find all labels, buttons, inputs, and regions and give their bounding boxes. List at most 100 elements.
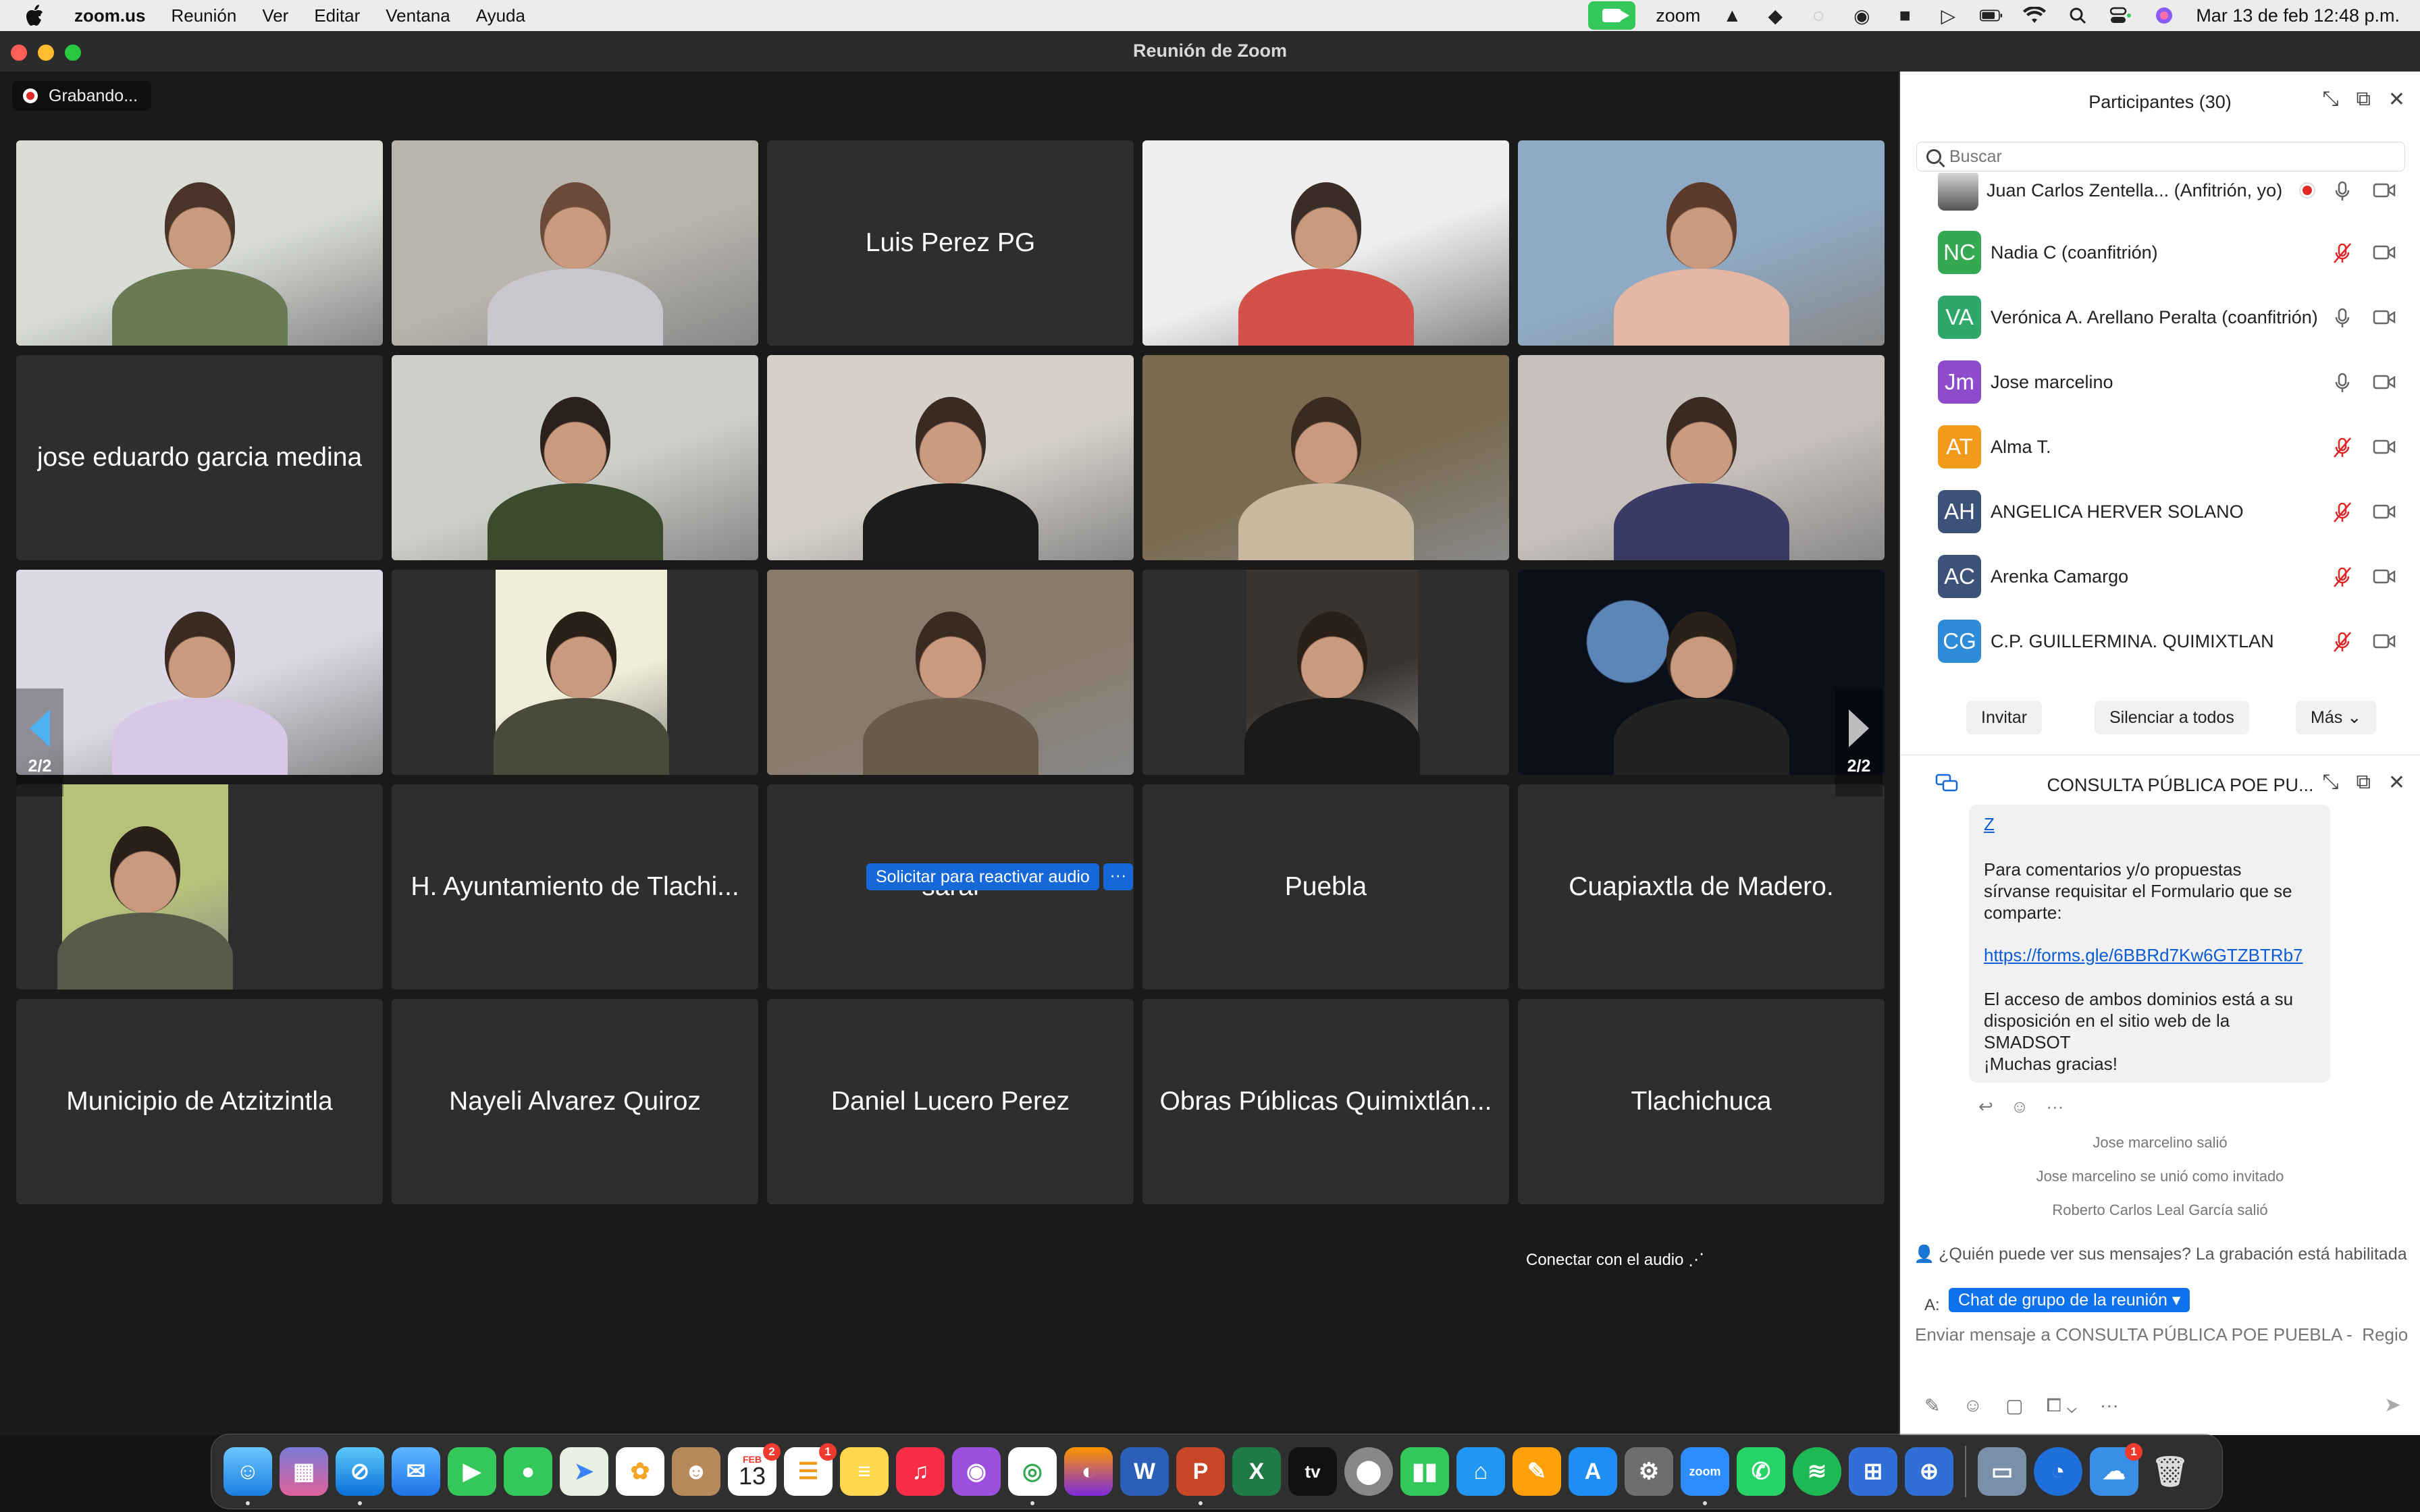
- emoji-reaction-icon[interactable]: ☺: [2011, 1096, 2029, 1117]
- add-user-icon[interactable]: ⊕: [1905, 1447, 1953, 1496]
- mic-icon[interactable]: [2332, 372, 2350, 392]
- camera-icon[interactable]: [2373, 309, 2396, 325]
- visibility-notice[interactable]: 👤 ¿Quién puede ver sus mensajes? La graba…: [1900, 1245, 2420, 1264]
- participant-video-tile[interactable]: [392, 140, 758, 346]
- previous-link-tail[interactable]: Z: [1984, 814, 1995, 835]
- music-icon[interactable]: ♫: [896, 1447, 945, 1496]
- participant-video-tile[interactable]: [1142, 570, 1509, 775]
- whatsapp-icon[interactable]: ✆: [1737, 1447, 1785, 1496]
- participant-video-tile[interactable]: [392, 355, 758, 560]
- mic-muted-icon[interactable]: [2332, 566, 2351, 587]
- photos-icon[interactable]: ✿: [616, 1447, 664, 1496]
- participant-name-tile[interactable]: Luis Perez PG: [767, 140, 1134, 346]
- participant-name-tile[interactable]: jose eduardo garcia medina: [16, 355, 383, 560]
- participant-row[interactable]: CG C.P. GUILLERMINA. QUIMIXTLAN: [1900, 609, 2420, 672]
- menu-app-name[interactable]: zoom.us: [74, 5, 145, 26]
- battery-icon[interactable]: [1980, 5, 2003, 26]
- messages-icon[interactable]: ●: [504, 1447, 552, 1496]
- final-cut-icon[interactable]: ⬤: [1344, 1447, 1393, 1496]
- recent-app-icon[interactable]: ◔: [2034, 1447, 2082, 1496]
- numbers-icon[interactable]: ▮▮: [1400, 1447, 1449, 1496]
- trash-icon[interactable]: 🗑: [2146, 1447, 2194, 1496]
- invite-button[interactable]: Invitar: [1966, 701, 2043, 734]
- finder-icon[interactable]: ☺: [223, 1447, 272, 1505]
- message-more-icon[interactable]: ···: [2046, 1096, 2063, 1117]
- notes-icon[interactable]: ≡: [840, 1447, 889, 1496]
- mic-muted-icon[interactable]: [2332, 502, 2351, 522]
- camera-icon[interactable]: [2373, 633, 2396, 649]
- participant-row[interactable]: Juan Carlos Zentella... (Anfitrión, yo): [1900, 173, 2420, 223]
- participant-video-tile[interactable]: [1142, 140, 1509, 346]
- participant-video-tile[interactable]: [1518, 140, 1885, 346]
- more-button[interactable]: Más ⌄: [2296, 701, 2377, 734]
- send-icon[interactable]: ➤: [2384, 1393, 2401, 1417]
- pages-icon[interactable]: ✎: [1512, 1447, 1561, 1496]
- participant-video-tile[interactable]: [767, 355, 1134, 560]
- camera-icon[interactable]: [2373, 568, 2396, 585]
- control-center-icon[interactable]: [2109, 5, 2132, 26]
- screenshot-icon[interactable]: ⧠ ⌄: [2047, 1395, 2077, 1417]
- participant-row[interactable]: VA Verónica A. Arellano Peralta (coanfitr…: [1900, 285, 2420, 350]
- participant-row[interactable]: AC Arenka Camargo: [1900, 544, 2420, 609]
- next-page-button[interactable]: 2/2: [1835, 688, 1883, 796]
- maps-icon[interactable]: ➤: [560, 1447, 608, 1496]
- add-screen-icon[interactable]: ⊞: [1849, 1447, 1897, 1496]
- participant-video-tile[interactable]: [16, 140, 383, 346]
- wifi-icon[interactable]: [2023, 5, 2047, 26]
- mic-muted-icon[interactable]: [2332, 437, 2351, 458]
- apple-menu-icon[interactable]: [24, 4, 46, 27]
- tile-more-button[interactable]: ···: [1103, 863, 1133, 890]
- participant-name-tile[interactable]: Municipio de Atzitzintla: [16, 999, 383, 1204]
- menu-editar[interactable]: Editar: [314, 5, 360, 26]
- contacts-icon[interactable]: ☻: [672, 1447, 720, 1496]
- keynote-icon[interactable]: ⌂: [1456, 1447, 1505, 1496]
- participant-name-tile[interactable]: Cuapiaxtla de Madero.: [1518, 784, 1885, 990]
- camera-icon[interactable]: [2373, 439, 2396, 455]
- participant-name-tile[interactable]: Nayeli Alvarez Quiroz: [392, 999, 758, 1204]
- mic-icon[interactable]: [2332, 307, 2350, 327]
- menu-ver[interactable]: Ver: [262, 5, 288, 26]
- participant-name-tile[interactable]: Tlachichuca: [1518, 999, 1885, 1204]
- participant-name-tile[interactable]: Daniel Lucero Perez: [767, 999, 1134, 1204]
- mic-icon[interactable]: [2332, 180, 2350, 200]
- form-link[interactable]: https://forms.gle/6BBRd7Kw6GTZBTRb7: [1984, 945, 2303, 966]
- podcasts-icon[interactable]: ◉: [952, 1447, 1001, 1496]
- zoom-video-status-icon[interactable]: [1588, 1, 1636, 30]
- participant-video-tile[interactable]: [16, 570, 383, 775]
- apple-tv-icon[interactable]: tv: [1288, 1447, 1337, 1496]
- participant-video-tile[interactable]: [1142, 355, 1509, 560]
- close-icon[interactable]: ✕: [2388, 88, 2405, 111]
- word-icon[interactable]: W: [1120, 1447, 1169, 1496]
- participant-video-tile[interactable]: [1518, 355, 1885, 560]
- recording-indicator[interactable]: Grabando...: [12, 81, 152, 111]
- system-settings-icon[interactable]: ⚙: [1625, 1447, 1673, 1496]
- mail-icon[interactable]: ✉: [392, 1447, 440, 1496]
- chat-close-icon[interactable]: ✕: [2388, 771, 2405, 794]
- dropbox-icon[interactable]: ◆: [1764, 5, 1787, 26]
- collapse-icon[interactable]: ⤡: [2322, 88, 2338, 111]
- menu-ventana[interactable]: Ventana: [386, 5, 450, 26]
- participant-video-tile[interactable]: [392, 570, 758, 775]
- participant-video-tile[interactable]: [16, 784, 383, 990]
- participant-search-input[interactable]: [1948, 146, 2404, 167]
- excel-icon[interactable]: X: [1232, 1447, 1281, 1496]
- chat-collapse-icon[interactable]: ⤡: [2322, 771, 2338, 794]
- emoji-icon[interactable]: ☺: [1963, 1395, 1982, 1417]
- mic-muted-icon[interactable]: [2332, 631, 2351, 652]
- zoom-app-icon[interactable]: zoom: [1681, 1447, 1729, 1505]
- sync-icon[interactable]: ◌: [1807, 5, 1830, 26]
- chat-popout-icon[interactable]: ⧉: [2356, 771, 2370, 794]
- powerpoint-icon[interactable]: P: [1176, 1447, 1225, 1505]
- zoom-menubar-label[interactable]: zoom: [1656, 5, 1700, 26]
- chrome-icon[interactable]: ◎: [1008, 1447, 1057, 1505]
- camera-icon[interactable]: [2373, 182, 2396, 198]
- downloads-icon[interactable]: ☁ 1: [2090, 1443, 2142, 1496]
- play-icon[interactable]: ▷: [1937, 5, 1959, 26]
- participant-name-tile[interactable]: Puebla: [1142, 784, 1509, 990]
- camera-icon[interactable]: ■: [1893, 5, 1916, 26]
- launchpad-icon[interactable]: ▦: [280, 1447, 328, 1496]
- format-text-icon[interactable]: ✎: [1924, 1395, 1940, 1417]
- spotlight-search-icon[interactable]: [2066, 5, 2089, 26]
- app-store-icon[interactable]: A: [1569, 1447, 1617, 1496]
- previous-page-button[interactable]: 2/2: [16, 688, 63, 796]
